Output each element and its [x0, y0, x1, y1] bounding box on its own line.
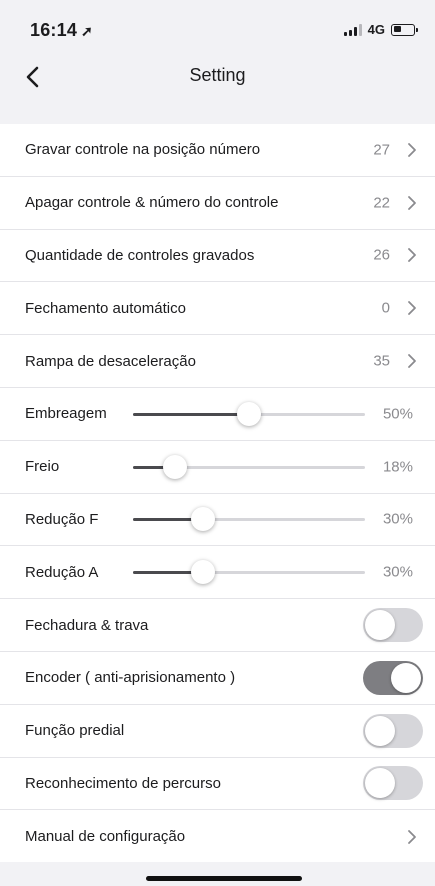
slider-value: 50% [382, 405, 413, 423]
toggle-knob [365, 715, 395, 746]
row-label: Encoder ( anti-aprisionamento ) [25, 669, 236, 687]
slider-row-reducao-f: Redução F 30% [0, 494, 435, 547]
status-bar: 16:14 ➚ 4G [0, 0, 435, 55]
setting-row-gravar-controle[interactable]: Gravar controle na posição número 27 [0, 124, 435, 177]
reducao-a-slider[interactable] [133, 558, 365, 586]
reconhecimento-percurso-toggle[interactable] [363, 766, 423, 801]
chevron-right-icon [408, 142, 416, 157]
row-value: 35 [373, 352, 390, 370]
network-type-label: 4G [367, 22, 385, 37]
slider-fill [133, 412, 249, 416]
fechadura-trava-toggle[interactable] [363, 608, 423, 643]
setting-row-rampa-desaceleracao[interactable]: Rampa de desaceleração 35 [0, 335, 435, 388]
slider-thumb[interactable] [237, 401, 261, 426]
row-label: Manual de configuração [25, 828, 186, 846]
chevron-right-icon [408, 829, 416, 844]
row-label: Fechamento automático [25, 299, 186, 317]
row-label: Gravar controle na posição número [25, 141, 261, 159]
row-label: Freio [25, 458, 60, 476]
cellular-signal-icon [343, 23, 362, 36]
row-label: Função predial [25, 722, 125, 740]
slider-thumb[interactable] [190, 507, 215, 532]
slider-thumb[interactable] [190, 560, 215, 585]
funcao-predial-toggle[interactable] [363, 713, 423, 748]
slider-value: 18% [382, 458, 413, 476]
chevron-right-icon [408, 248, 416, 263]
chevron-right-icon [408, 195, 416, 210]
setting-row-quantidade-controles[interactable]: Quantidade de controles gravados 26 [0, 230, 435, 283]
row-label: Quantidade de controles gravados [25, 246, 255, 264]
battery-icon [391, 23, 418, 36]
encoder-toggle[interactable] [363, 660, 423, 695]
row-value: 27 [373, 141, 390, 159]
status-time: 16:14 ➚ [30, 20, 93, 41]
page-title: Setting [189, 65, 246, 85]
toggle-knob [365, 768, 395, 799]
row-label: Reconhecimento de percurso [25, 774, 221, 792]
navigation-bar: Setting [0, 55, 435, 100]
slider-row-reducao-a: Redução A 30% [0, 546, 435, 600]
row-label: Apagar controle & número do controle [25, 194, 279, 212]
toggle-row-encoder: Encoder ( anti-aprisionamento ) [0, 652, 435, 705]
clock-label: 16:14 [30, 20, 78, 40]
home-indicator[interactable] [146, 876, 302, 881]
row-value: 26 [373, 246, 390, 264]
slider-row-freio: Freio 18% [0, 441, 435, 494]
row-value: 0 [381, 299, 390, 317]
location-arrow-icon: ➚ [81, 23, 93, 39]
chevron-right-icon [408, 354, 416, 368]
bottom-area [0, 862, 435, 886]
toggle-row-reconhecimento-percurso: Reconhecimento de percurso [0, 758, 435, 811]
settings-list: Gravar controle na posição número 27 Apa… [0, 124, 435, 864]
row-label: Redução A [25, 563, 99, 581]
row-value: 22 [373, 194, 390, 212]
embreagem-slider[interactable] [133, 400, 365, 428]
row-label: Embreagem [25, 405, 107, 423]
row-label: Fechadura & trava [25, 616, 149, 634]
setting-row-fechamento-automatico[interactable]: Fechamento automático 0 [0, 282, 435, 336]
chevron-right-icon [408, 301, 416, 316]
slider-row-embreagem: Embreagem 50% [0, 388, 435, 441]
slider-value: 30% [382, 510, 413, 528]
slider-value: 30% [382, 563, 413, 581]
toggle-knob [365, 610, 395, 641]
status-indicators: 4G [343, 22, 418, 37]
setting-row-manual-configuracao[interactable]: Manual de configuração [0, 810, 435, 863]
freio-slider[interactable] [133, 453, 365, 481]
toggle-knob [391, 662, 421, 693]
row-label: Rampa de desaceleração [25, 352, 196, 370]
reducao-f-slider[interactable] [133, 505, 365, 533]
setting-row-apagar-controle[interactable]: Apagar controle & número do controle 22 [0, 177, 435, 230]
row-label: Redução F [25, 510, 99, 528]
toggle-row-funcao-predial: Função predial [0, 705, 435, 758]
slider-thumb[interactable] [162, 454, 187, 479]
toggle-row-fechadura-trava: Fechadura & trava [0, 599, 435, 652]
